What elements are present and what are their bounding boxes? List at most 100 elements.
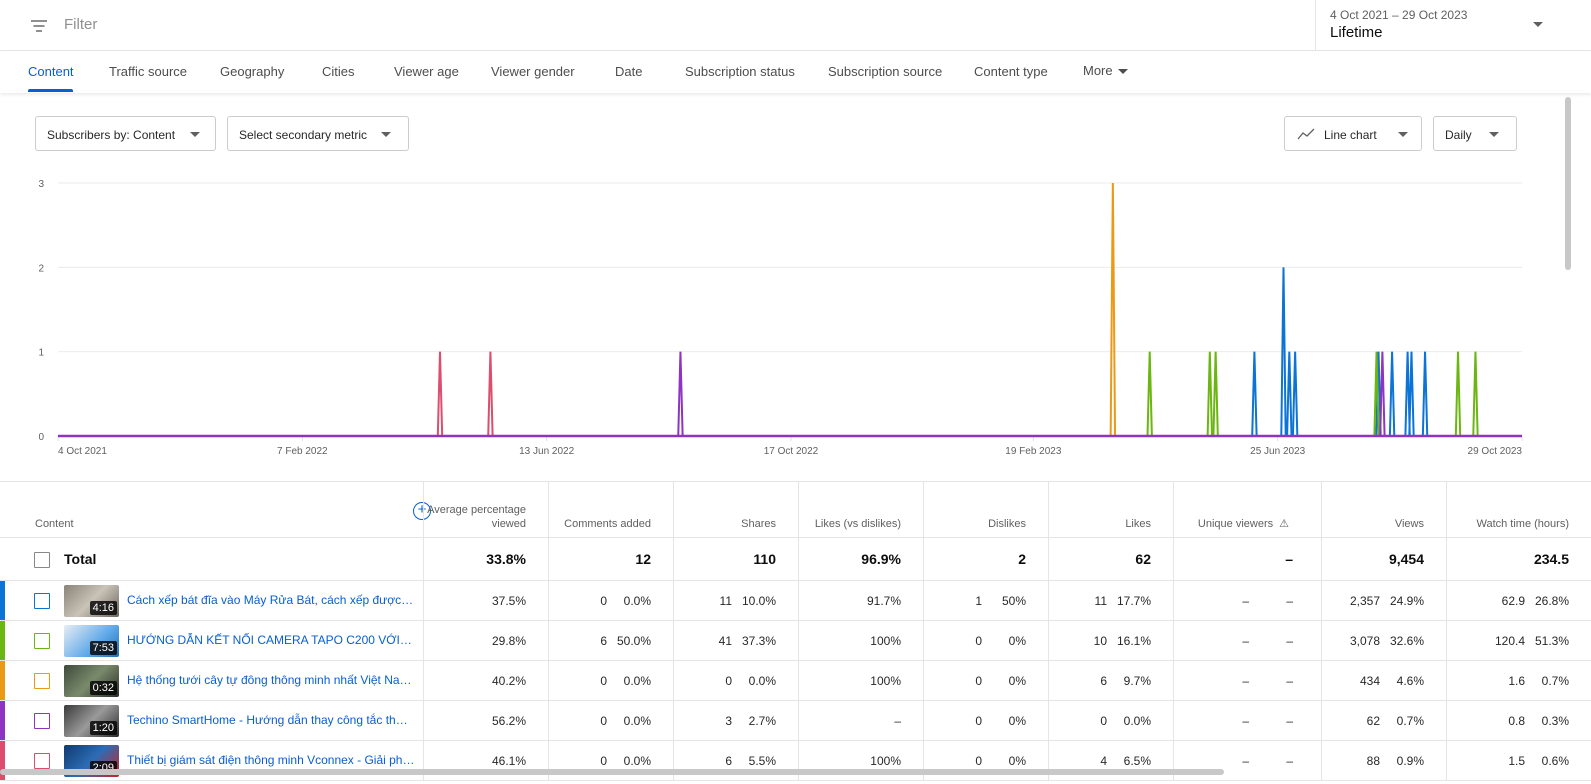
video-title-link[interactable]: HƯỚNG DẪN KẾT NỐI CAMERA TAPO C200 VỚI Đ… [127, 633, 415, 647]
row-checkbox[interactable] [34, 713, 50, 729]
tab-more[interactable]: More [1083, 63, 1128, 78]
cell-value: 0 [975, 713, 982, 728]
date-range-picker[interactable]: 4 Oct 2021 – 29 Oct 2023 Lifetime [1315, 0, 1591, 51]
cell-percent: 16.1% [1116, 633, 1151, 648]
tab-subscription-source[interactable]: Subscription source [828, 64, 942, 79]
primary-metric-dropdown[interactable]: Subscribers by: Content [35, 116, 216, 151]
vertical-scrollbar[interactable] [1565, 97, 1571, 270]
cell-views: 434 4.6% [1321, 661, 1446, 700]
cell-percent: 0.3% [1541, 713, 1569, 728]
video-duration: 1:20 [89, 721, 117, 735]
col-likes[interactable]: Likes [1048, 482, 1173, 538]
cell-value: 0 [725, 673, 732, 688]
row-checkbox[interactable] [34, 673, 50, 689]
caret-down-icon [1117, 69, 1128, 75]
col-unique-viewers[interactable]: Unique viewers ⚠ [1173, 482, 1321, 538]
row-checkbox[interactable] [34, 633, 50, 649]
col-comments-added[interactable]: Comments added [548, 482, 673, 538]
cell-percent: 10.0% [741, 593, 776, 608]
col-views[interactable]: Views [1321, 482, 1446, 538]
cell-value: 41 [718, 633, 732, 648]
col-shares[interactable]: Shares [673, 482, 798, 538]
cell-watch-time: 0.8 0.3% [1446, 701, 1591, 740]
video-thumbnail[interactable]: 7:53 [64, 625, 119, 657]
cell-avg-pct-viewed: 56.2% [423, 701, 548, 740]
tab-cities[interactable]: Cities [322, 64, 355, 79]
interval-label: Daily [1445, 128, 1472, 142]
tab-geography[interactable]: Geography [220, 64, 284, 79]
cell-shares: 11 10.0% [673, 581, 798, 620]
col-content[interactable]: Content [0, 482, 423, 538]
tab-date[interactable]: Date [615, 64, 642, 79]
subscribers-line-chart: 0 1 2 3 4 Oct 2021 7 Feb 2022 13 Jun 2022 17 Oc… [0, 170, 1560, 470]
cell-likes-vs-dislikes: 91.7% [798, 581, 923, 620]
tab-traffic-source[interactable]: Traffic source [109, 64, 187, 79]
series-0-spike [1388, 351, 1396, 437]
video-duration: 7:53 [89, 641, 117, 655]
series-0-spike [1286, 351, 1293, 437]
total-views: 9,454 [1321, 538, 1446, 580]
video-thumbnail[interactable]: 4:16 [64, 585, 119, 617]
dimension-tabs: Content Traffic source Geography Cities … [0, 51, 1591, 93]
tab-viewer-gender[interactable]: Viewer gender [491, 64, 575, 79]
col-likes-vs-dislikes[interactable]: Likes (vs dislikes) [798, 482, 923, 538]
cell-percent: 37.3% [741, 633, 776, 648]
cell-value: 0 [975, 753, 982, 768]
row-checkbox[interactable] [34, 753, 50, 769]
chart-type-dropdown[interactable]: Line chart [1284, 116, 1422, 151]
cell-likes: 0 0.0% [1048, 701, 1173, 740]
cell-percent: – [1286, 753, 1293, 768]
cell-comments: 0 0.0% [548, 701, 673, 740]
cell-percent: 5.5% [748, 753, 776, 768]
series-1-spike [1472, 351, 1479, 437]
video-title-link[interactable]: Techino SmartHome - Hướng dẫn thay công … [127, 713, 415, 727]
total-unique-viewers: – [1173, 538, 1321, 580]
row-checkbox[interactable] [34, 593, 50, 609]
line-chart-icon [1297, 128, 1315, 140]
filter-input[interactable]: Filter [64, 16, 97, 33]
video-title-link[interactable]: Hệ thống tưới cây tự đông thông minh nhấ… [127, 673, 415, 687]
series-color-bar [0, 621, 5, 660]
horizontal-scrollbar[interactable] [0, 769, 1224, 775]
cell-watch-time: 1.5 0.6% [1446, 741, 1591, 780]
cell-value: 434 [1359, 673, 1380, 688]
x-tick-label: 19 Feb 2023 [1005, 446, 1062, 457]
total-checkbox[interactable] [34, 552, 50, 568]
cell-value: – [1242, 593, 1249, 608]
cell-unique-viewers: – – [1173, 621, 1321, 660]
x-tick-label: 7 Feb 2022 [277, 446, 328, 457]
interval-dropdown[interactable]: Daily [1433, 116, 1517, 151]
cell-value: 0 [600, 673, 607, 688]
filter-icon[interactable] [30, 17, 48, 33]
cell-unique-viewers: – – [1173, 661, 1321, 700]
video-title-link[interactable]: Thiết bị giám sát điện thông minh Vconne… [127, 753, 415, 767]
video-thumbnail[interactable]: 1:20 [64, 705, 119, 737]
series-0-spike [1251, 351, 1258, 437]
cell-avg-pct-viewed: 29.8% [423, 621, 548, 660]
secondary-metric-dropdown[interactable]: Select secondary metric [227, 116, 409, 151]
video-title-link[interactable]: Cách xếp bát đĩa vào Máy Rửa Bát, cách x… [127, 593, 415, 607]
cell-value: 3 [725, 713, 732, 728]
tab-subscription-status[interactable]: Subscription status [685, 64, 795, 79]
cell-percent: 0% [1008, 673, 1026, 688]
warning-icon[interactable]: ⚠ [1279, 517, 1289, 531]
col-avg-pct-viewed[interactable]: Average percentage viewed [423, 482, 548, 538]
series-color-bar [0, 701, 5, 740]
cell-percent: 32.6% [1389, 633, 1424, 648]
cell-percent: 51.3% [1534, 633, 1569, 648]
cell-value: – [1242, 673, 1249, 688]
tab-content-type[interactable]: Content type [974, 64, 1048, 79]
y-tick-label: 0 [38, 432, 44, 443]
cell-value: 88 [1366, 753, 1380, 768]
cell-percent: 0.0% [623, 713, 651, 728]
tab-content[interactable]: Content [28, 64, 74, 79]
col-dislikes[interactable]: Dislikes [923, 482, 1048, 538]
tab-viewer-age[interactable]: Viewer age [394, 64, 459, 79]
cell-value: 6 [1100, 673, 1107, 688]
series-0-spike [1421, 351, 1429, 437]
col-watch-time[interactable]: Watch time (hours) [1446, 482, 1591, 538]
cell-value: 6 [725, 753, 732, 768]
date-range-label: Lifetime [1330, 24, 1383, 41]
video-thumbnail[interactable]: 0:32 [64, 665, 119, 697]
cell-shares: 41 37.3% [673, 621, 798, 660]
